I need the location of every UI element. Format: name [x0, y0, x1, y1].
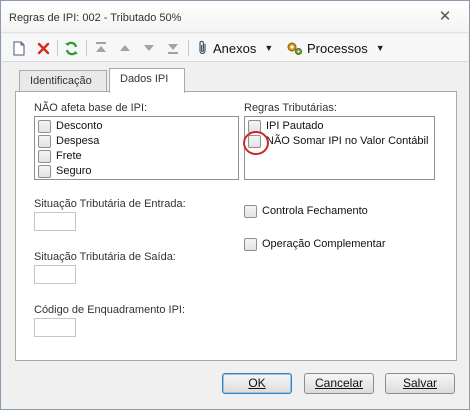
chevron-down-icon: ▼: [375, 43, 385, 53]
highlight-circle: [243, 130, 269, 155]
salvar-button[interactable]: Salvar: [385, 373, 455, 394]
toolbar: Anexos ▼ Processos ▼: [2, 34, 468, 62]
checkbox[interactable]: [38, 119, 51, 133]
toolbar-separator: [188, 40, 189, 56]
tab-panel-dados-ipi: NÃO afeta base de IPI: Desconto Despesa …: [15, 91, 457, 361]
toolbar-separator: [57, 40, 58, 56]
processos-button[interactable]: Processos ▼: [286, 39, 385, 57]
dialog-footer: OK Cancelar Salvar: [1, 364, 469, 410]
dialog-window: Regras de IPI: 002 - Tributado 50% ✕ Ane…: [0, 0, 470, 410]
tab-strip: Identificação Dados IPI: [1, 68, 470, 93]
nao-afeta-list[interactable]: Desconto Despesa Frete Seguro: [34, 116, 239, 180]
gears-icon: [287, 42, 302, 55]
ok-label: OK: [248, 376, 266, 390]
nao-afeta-label: NÃO afeta base de IPI:: [34, 102, 148, 114]
anexos-button[interactable]: Anexos ▼: [197, 39, 273, 57]
saida-input[interactable]: [34, 265, 76, 284]
refresh-icon[interactable]: [64, 39, 79, 57]
close-icon[interactable]: ✕: [438, 9, 452, 24]
enquadramento-label: Código de Enquadramento IPI:: [34, 304, 186, 316]
checkbox-label: Operação Complementar: [262, 238, 386, 250]
move-last-icon[interactable]: [166, 39, 180, 57]
list-item[interactable]: NÃO Somar IPI no Valor Contábil: [243, 130, 429, 155]
entrada-input[interactable]: [34, 212, 76, 231]
tab-dados-ipi[interactable]: Dados IPI: [109, 68, 185, 93]
regras-tributarias-label: Regras Tributárias:: [244, 102, 337, 114]
ok-button[interactable]: OK: [222, 373, 292, 394]
cancelar-label: Cancelar: [314, 376, 364, 390]
enquadramento-input[interactable]: [34, 318, 76, 337]
checkbox[interactable]: [244, 237, 257, 251]
item-label: IPI Pautado: [266, 120, 324, 132]
move-first-icon[interactable]: [94, 39, 108, 57]
salvar-label: Salvar: [402, 376, 437, 390]
list-item[interactable]: Seguro: [38, 164, 91, 178]
cancelar-button[interactable]: Cancelar: [304, 373, 374, 394]
checkbox[interactable]: [38, 164, 51, 178]
delete-x-icon[interactable]: [37, 39, 50, 57]
item-label: NÃO Somar IPI no Valor Contábil: [266, 135, 429, 147]
processos-label: Processos: [307, 40, 368, 56]
regras-tributarias-list[interactable]: IPI Pautado NÃO Somar IPI no Valor Contá…: [243, 116, 435, 180]
item-label: Desconto: [56, 120, 103, 132]
chevron-down-icon: ▼: [264, 43, 274, 53]
item-label: Seguro: [56, 165, 92, 177]
window-title: Regras de IPI: 002 - Tributado 50%: [9, 12, 182, 24]
anexos-label: Anexos: [213, 40, 257, 56]
operacao-complementar-checkbox[interactable]: Operação Complementar: [244, 237, 386, 251]
tab-identificacao[interactable]: Identificação: [19, 70, 107, 92]
entrada-label: Situação Tributária de Entrada:: [34, 198, 186, 210]
checkbox-label: Controla Fechamento: [262, 205, 368, 217]
new-document-icon[interactable]: [13, 39, 25, 57]
move-down-icon[interactable]: [142, 39, 156, 57]
toolbar-separator: [86, 40, 87, 56]
saida-label: Situação Tributária de Saída:: [34, 251, 176, 263]
list-item[interactable]: Frete: [38, 149, 82, 163]
item-label: Frete: [56, 150, 82, 162]
item-label: Despesa: [56, 135, 100, 147]
controla-fechamento-checkbox[interactable]: Controla Fechamento: [244, 204, 368, 218]
move-up-icon[interactable]: [118, 39, 132, 57]
checkbox[interactable]: [243, 130, 269, 155]
checkbox[interactable]: [38, 134, 51, 148]
list-item[interactable]: Desconto: [38, 119, 102, 133]
list-item[interactable]: Despesa: [38, 134, 99, 148]
paperclip-icon: [199, 40, 206, 55]
checkbox[interactable]: [38, 149, 51, 163]
title-bar: Regras de IPI: 002 - Tributado 50% ✕: [1, 1, 469, 33]
checkbox[interactable]: [244, 204, 257, 218]
